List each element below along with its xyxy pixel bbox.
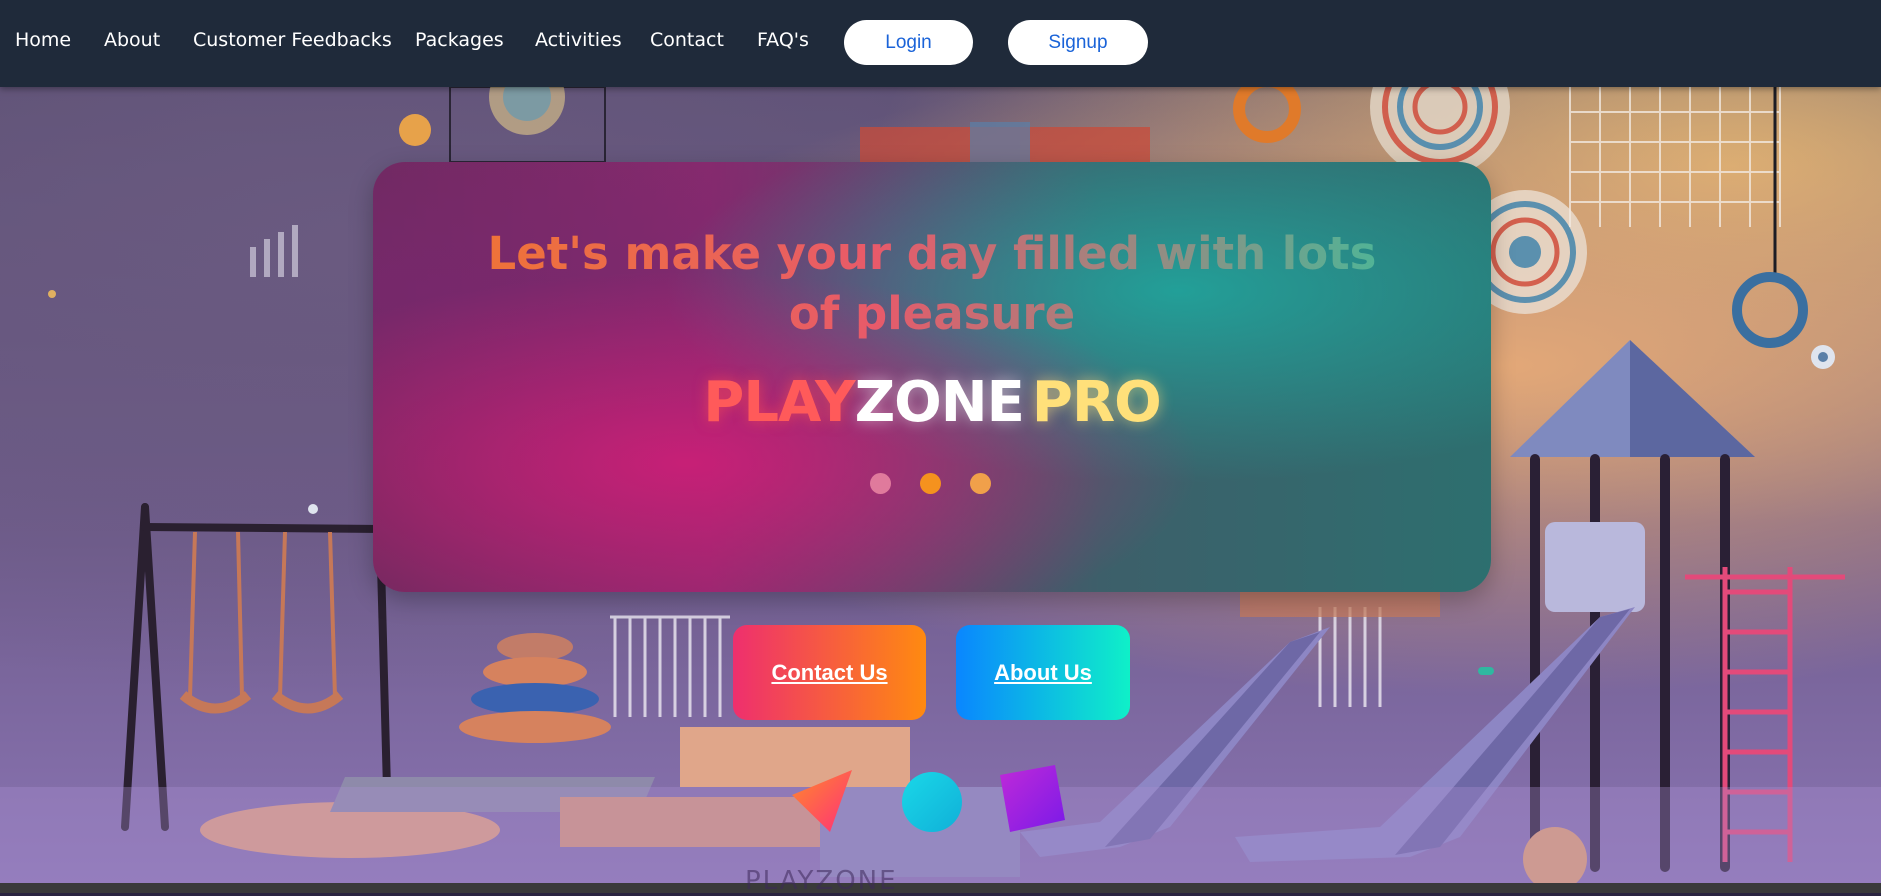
nav-customer-feedbacks[interactable]: Customer Feedbacks (193, 29, 392, 51)
nav-about[interactable]: About (104, 29, 160, 51)
brand-part-zone: ZONE (854, 370, 1025, 435)
nav-home[interactable]: Home (15, 29, 71, 51)
brand-logo-text: PLAYZONE PRO (373, 370, 1491, 435)
slide-dot-3[interactable] (970, 473, 991, 494)
nav-contact[interactable]: Contact (650, 29, 724, 51)
hero-card: Let's make your day filled with lots of … (373, 162, 1491, 592)
signup-button[interactable]: Signup (1008, 20, 1148, 65)
contact-us-button[interactable]: Contact Us (733, 625, 926, 720)
window-bottom-edge (0, 883, 1881, 893)
brand-part-play: PLAY (703, 370, 855, 435)
slide-dot-1[interactable] (870, 473, 891, 494)
login-button[interactable]: Login (844, 20, 973, 65)
about-us-button[interactable]: About Us (956, 625, 1130, 720)
nav-faqs[interactable]: FAQ's (757, 29, 809, 51)
brand-part-pro: PRO (1031, 370, 1162, 435)
nav-activities[interactable]: Activities (535, 29, 622, 51)
slide-dot-2[interactable] (920, 473, 941, 494)
top-navbar: Home About Customer Feedbacks Packages A… (0, 0, 1881, 87)
hero-tagline: Let's make your day filled with lots of … (373, 224, 1491, 344)
watermark-text: PLAYZONE (745, 866, 898, 896)
nav-packages[interactable]: Packages (415, 29, 504, 51)
